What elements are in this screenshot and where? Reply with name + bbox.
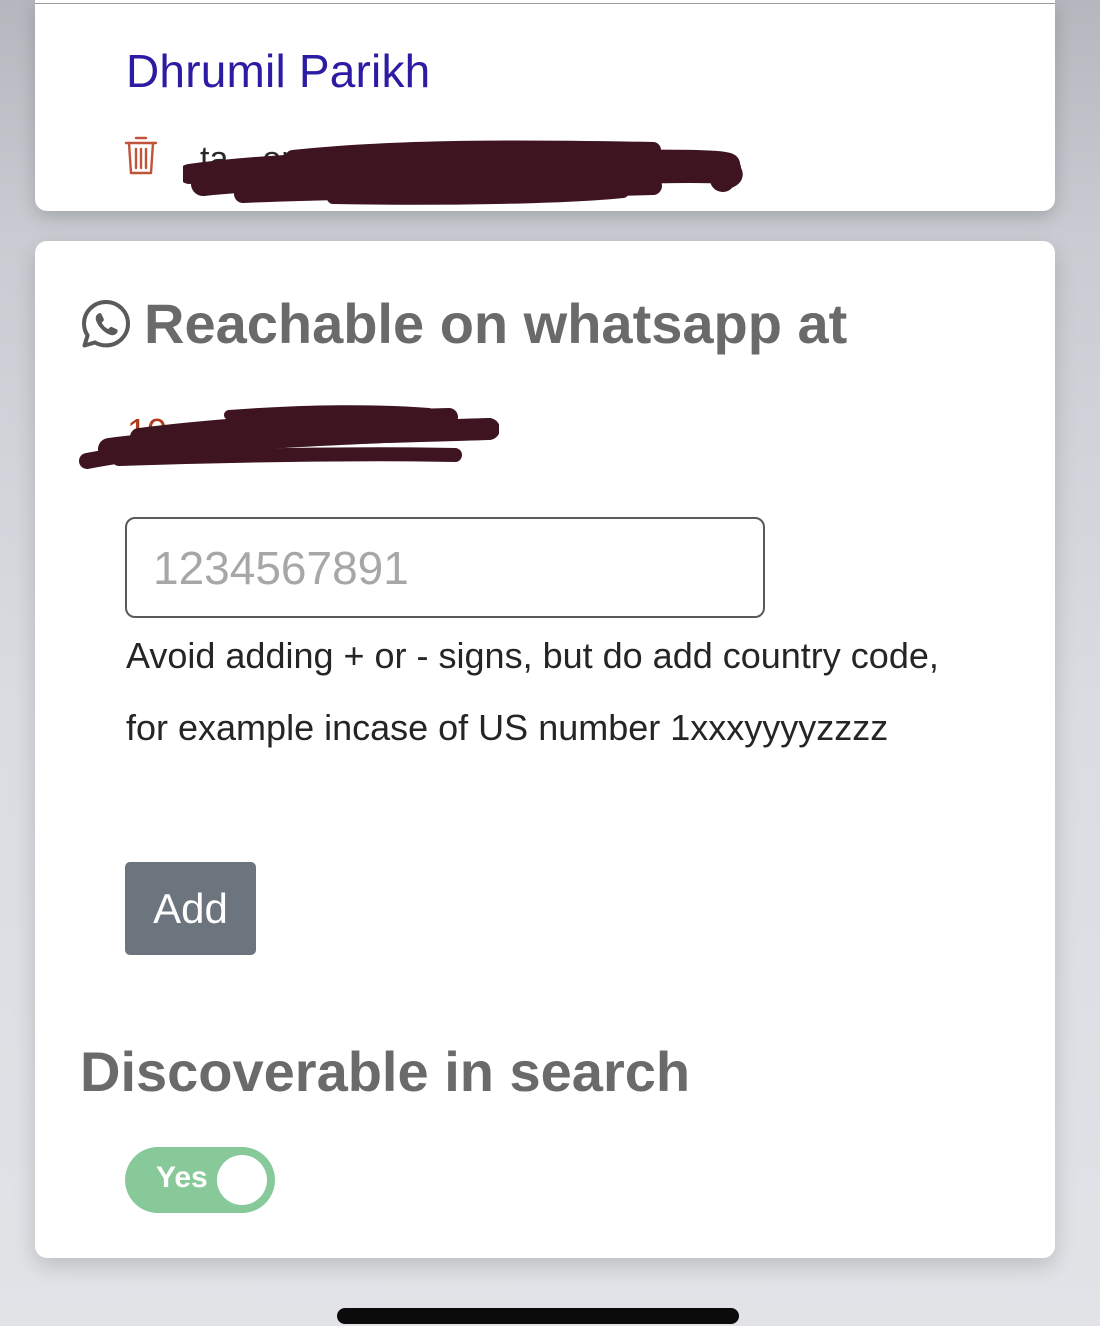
whatsapp-icon xyxy=(82,299,130,347)
redaction-scribble xyxy=(79,405,499,469)
home-indicator[interactable] xyxy=(337,1308,739,1324)
redaction-scribble xyxy=(183,140,743,205)
whatsapp-heading: Reachable on whatsapp at xyxy=(80,291,847,356)
whatsapp-number-input[interactable] xyxy=(125,517,765,618)
settings-card: Reachable on whatsapp at 10… Avoid addin… xyxy=(35,241,1055,1258)
whatsapp-heading-text: Reachable on whatsapp at xyxy=(144,292,848,355)
contact-card: Dhrumil Parikh ta…om xyxy=(35,0,1055,211)
add-button[interactable]: Add xyxy=(125,862,256,955)
toggle-knob xyxy=(217,1155,267,1205)
trash-icon[interactable] xyxy=(124,134,158,176)
divider xyxy=(35,3,1055,4)
discoverable-toggle[interactable]: Yes xyxy=(125,1147,275,1213)
contact-name-link[interactable]: Dhrumil Parikh xyxy=(126,44,430,98)
discoverable-heading: Discoverable in search xyxy=(80,1040,691,1103)
toggle-label: Yes xyxy=(156,1161,208,1194)
whatsapp-helper-text: Avoid adding + or - signs, but do add co… xyxy=(126,635,939,748)
